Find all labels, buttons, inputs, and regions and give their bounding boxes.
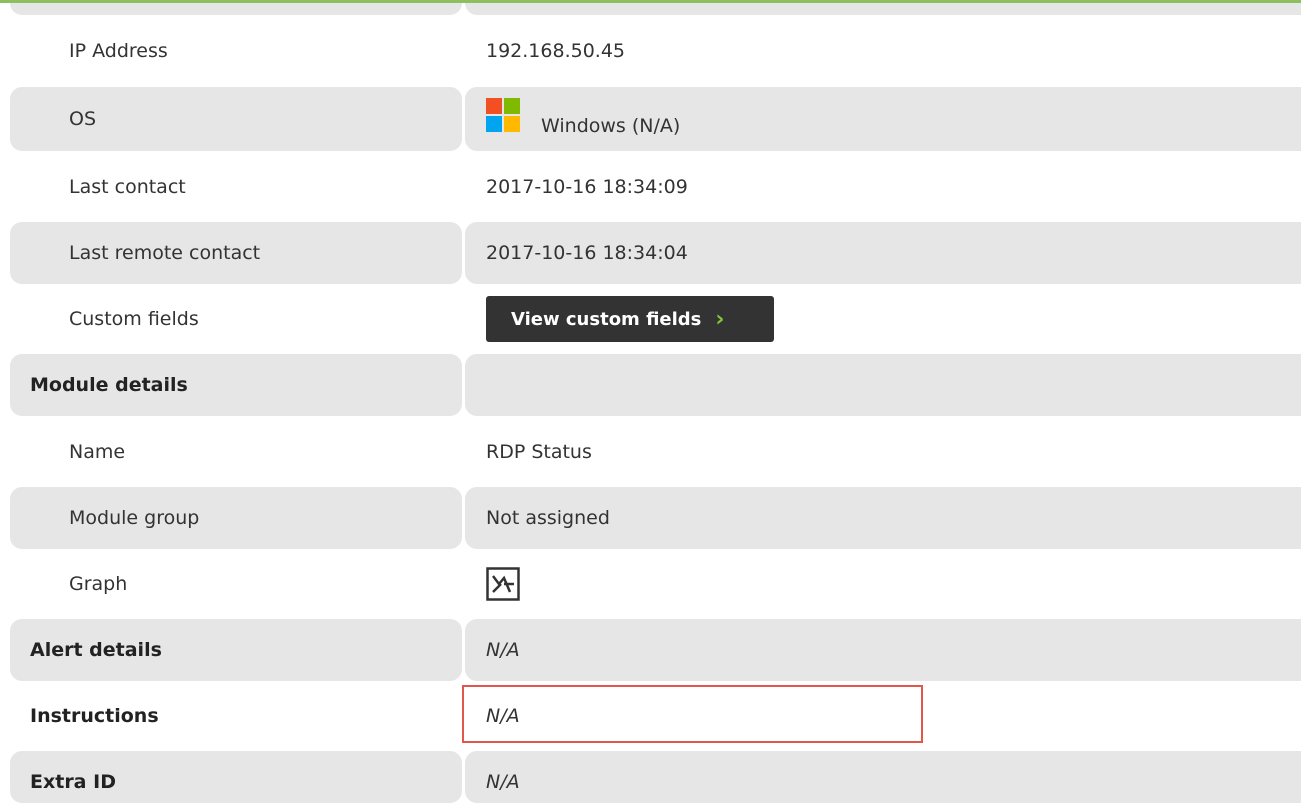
graph-icon[interactable]: [485, 566, 521, 602]
view-custom-fields-label: View custom fields: [511, 308, 702, 330]
custom-fields-row: Custom fields View custom fields ›: [0, 288, 1301, 350]
module-name-row: Name RDP Status: [0, 420, 1301, 484]
instructions-value: N/A: [486, 705, 520, 727]
os-row: OS Windows (N/A): [0, 87, 1301, 151]
module-details-section: Module details: [0, 354, 1301, 416]
module-name-label: Name: [69, 441, 126, 463]
last-remote-contact-row: Last remote contact 2017-10-16 18:34:04: [0, 222, 1301, 284]
os-value: Windows (N/A): [541, 115, 681, 137]
instructions-row: Instructions N/A: [0, 685, 1301, 747]
previous-row-fragment: [465, 3, 1301, 15]
windows-logo-icon: [486, 98, 520, 132]
ip-address-value: 192.168.50.45: [486, 40, 626, 62]
view-custom-fields-button[interactable]: View custom fields ›: [486, 296, 774, 342]
last-remote-contact-label: Last remote contact: [10, 222, 462, 284]
module-group-value: Not assigned: [465, 487, 1301, 549]
custom-fields-label: Custom fields: [69, 308, 199, 330]
graph-row: Graph: [0, 553, 1301, 615]
extra-id-value: N/A: [465, 751, 1301, 803]
ip-address-label: IP Address: [69, 40, 168, 62]
last-contact-label: Last contact: [69, 176, 186, 198]
module-group-label: Module group: [10, 487, 462, 549]
previous-row-fragment: [10, 3, 462, 15]
module-details-heading: Module details: [10, 354, 462, 416]
os-label: OS: [10, 87, 462, 151]
instructions-heading: Instructions: [30, 705, 159, 727]
graph-label: Graph: [69, 573, 128, 595]
alert-details-row: Alert details N/A: [0, 619, 1301, 681]
last-contact-value: 2017-10-16 18:34:09: [486, 176, 688, 198]
last-contact-row: Last contact 2017-10-16 18:34:09: [0, 155, 1301, 219]
alert-details-heading: Alert details: [10, 619, 462, 681]
os-cell: Windows (N/A): [465, 87, 1301, 151]
chevron-right-icon: ›: [715, 306, 725, 332]
last-remote-contact-value: 2017-10-16 18:34:04: [465, 222, 1301, 284]
alert-details-value: N/A: [465, 619, 1301, 681]
ip-address-row: IP Address 192.168.50.45: [0, 19, 1301, 83]
module-details-empty-cell: [465, 354, 1301, 416]
graph-cell: [465, 553, 1301, 615]
custom-fields-cell: View custom fields ›: [465, 288, 1301, 350]
module-group-row: Module group Not assigned: [0, 487, 1301, 549]
module-name-value: RDP Status: [486, 441, 592, 463]
extra-id-heading: Extra ID: [10, 751, 462, 803]
extra-id-row: Extra ID N/A: [0, 751, 1301, 803]
